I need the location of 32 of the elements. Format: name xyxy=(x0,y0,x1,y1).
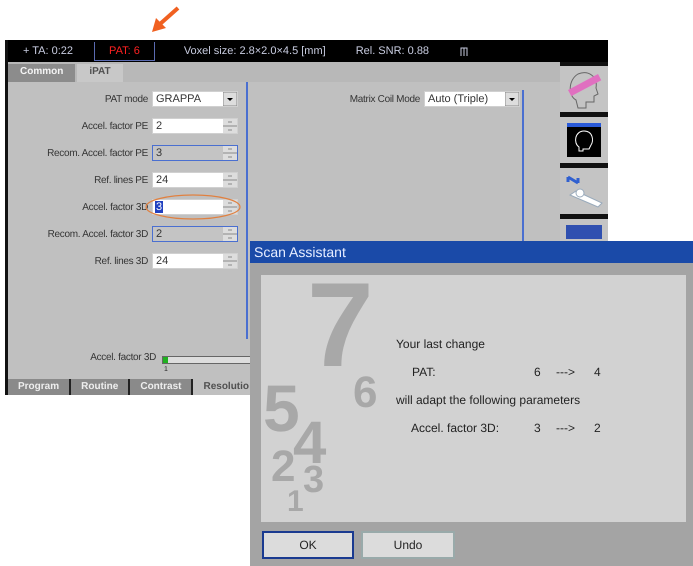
change-label: PAT: xyxy=(412,365,437,379)
arrow-text: ---> xyxy=(556,421,576,435)
slider-label: Accel. factor 3D xyxy=(89,352,156,363)
field-label: Matrix Coil Mode xyxy=(350,94,420,104)
spin-field[interactable]: 24 xyxy=(152,172,238,188)
undo-button[interactable]: Undo xyxy=(361,531,455,559)
old-value: 6 xyxy=(534,365,542,379)
field-label: Recom. Accel. factor 3D xyxy=(46,228,148,240)
new-value: 2 xyxy=(594,421,602,435)
header-text: + TA: 0:22 xyxy=(22,44,74,58)
dropdown-field[interactable]: GRAPPA xyxy=(152,91,238,107)
old-value: 3 xyxy=(534,421,542,435)
tab[interactable]: iPAT xyxy=(77,64,123,82)
message-text: Your last change xyxy=(396,337,486,351)
header-text: Rel. SNR: 0.88 xyxy=(354,44,430,58)
field-label: Recom. Accel. factor PE xyxy=(46,148,148,158)
field-label: Accel. factor PE xyxy=(80,120,148,132)
field-label: PAT mode xyxy=(104,94,148,104)
field-label: Ref. lines 3D xyxy=(94,256,148,266)
change-label: Accel. factor 3D: xyxy=(411,421,500,435)
header-text: Voxel size: 2.8×2.0×4.5 [mm] xyxy=(182,44,327,58)
dialog-title: Scan Assistant xyxy=(250,241,693,263)
arrow-text: ---> xyxy=(556,365,576,379)
header-text: PAT: 6 xyxy=(94,42,155,60)
spin-field[interactable]: 2 xyxy=(152,118,238,134)
spin-field[interactable]: 3 xyxy=(152,199,238,215)
message-text: will adapt the following parameters xyxy=(396,393,582,407)
field-label: Ref. lines PE xyxy=(93,174,148,186)
ok-button[interactable]: OK xyxy=(262,531,354,559)
dropdown-field[interactable]: Auto (Triple) xyxy=(424,91,520,107)
new-value: 4 xyxy=(594,365,602,379)
spin-field[interactable]: 24 xyxy=(152,253,238,269)
